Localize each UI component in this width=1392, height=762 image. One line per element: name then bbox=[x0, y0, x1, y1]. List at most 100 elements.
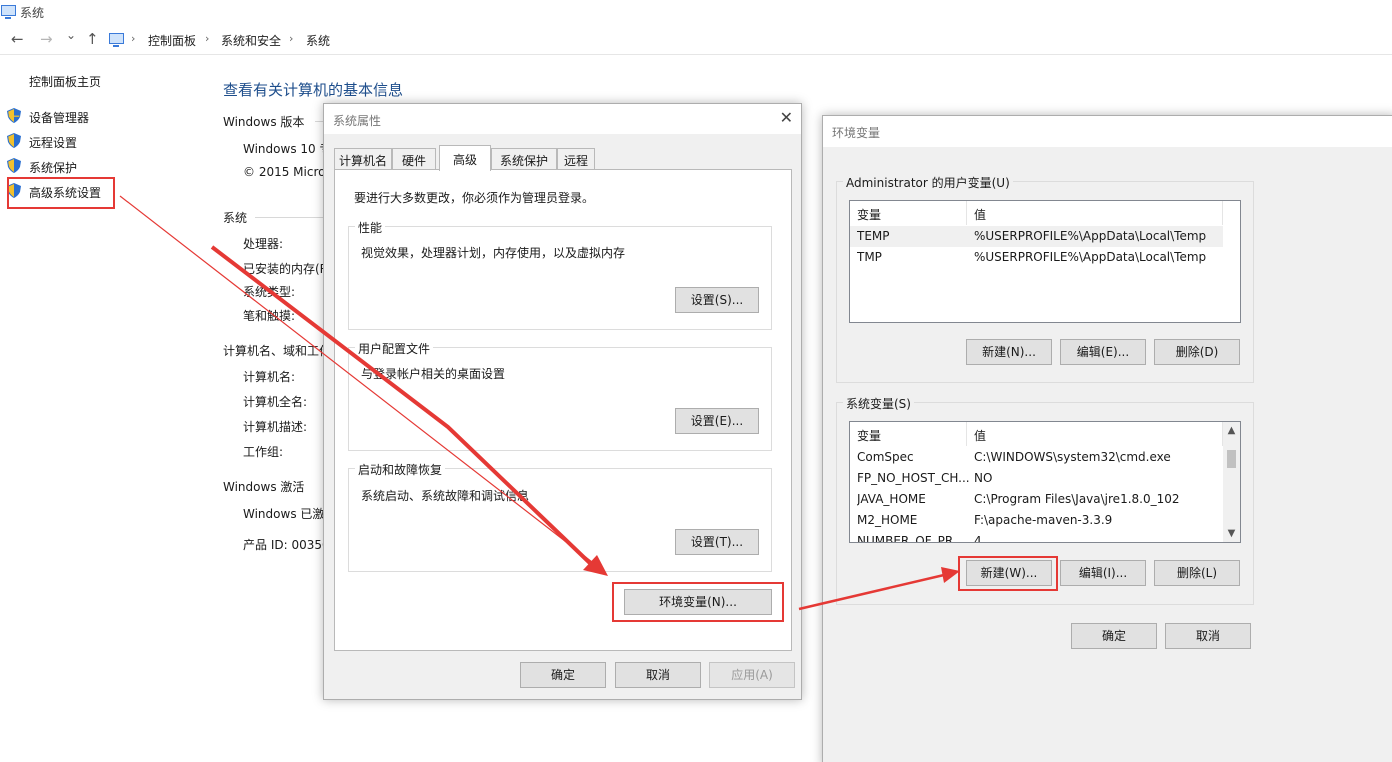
copyright-text: © 2015 Micro bbox=[243, 165, 326, 179]
user-edit-button[interactable]: 编辑(E)... bbox=[1060, 339, 1146, 365]
user-profiles-group: 用户配置文件 与登录帐户相关的桌面设置 设置(E)... bbox=[348, 340, 772, 451]
left-link-device-manager[interactable]: 设备管理器 bbox=[29, 109, 89, 126]
monitor-icon bbox=[1, 5, 16, 19]
left-link-remote-settings[interactable]: 远程设置 bbox=[29, 134, 77, 151]
user-profiles-settings-button[interactable]: 设置(E)... bbox=[675, 408, 759, 434]
system-type-label: 系统类型: bbox=[243, 285, 296, 299]
variable-name: JAVA_HOME bbox=[857, 492, 926, 506]
list-item[interactable]: TMP %USERPROFILE%\AppData\Local\Temp bbox=[850, 247, 1223, 268]
system-edit-button[interactable]: 编辑(I)... bbox=[1060, 560, 1146, 586]
divider bbox=[255, 217, 325, 218]
column-header-value[interactable]: 值 bbox=[967, 201, 1223, 225]
pen-touch-label: 笔和触摸: bbox=[243, 309, 296, 323]
breadcrumb-security[interactable]: 系统和安全 bbox=[221, 32, 281, 49]
variable-name: NUMBER_OF_PR... bbox=[857, 534, 965, 543]
dialog-titlebar: 系统属性 ✕ bbox=[324, 104, 801, 134]
section-header-activation: Windows 激活 bbox=[223, 480, 305, 494]
user-variables-group: Administrator 的用户变量(U) 变量 值 TEMP %USERPR… bbox=[836, 174, 1254, 383]
processor-label: 处理器: bbox=[243, 237, 284, 251]
workgroup-label: 工作组: bbox=[243, 445, 284, 459]
variable-value: C:\Program Files\Java\jre1.8.0_102 bbox=[974, 492, 1180, 506]
uac-shield-icon bbox=[7, 158, 21, 173]
section-header-system: 系统 bbox=[223, 211, 248, 225]
system-variables-label: 系统变量(S) bbox=[843, 395, 914, 412]
uac-shield-icon bbox=[7, 133, 21, 148]
list-item[interactable]: TEMP %USERPROFILE%\AppData\Local\Temp bbox=[850, 226, 1223, 247]
performance-label: 性能 bbox=[355, 219, 386, 236]
scroll-thumb[interactable] bbox=[1227, 450, 1236, 468]
list-item[interactable]: JAVA_HOME C:\Program Files\Java\jre1.8.0… bbox=[850, 489, 1223, 510]
tab-remote[interactable]: 远程 bbox=[557, 148, 595, 170]
system-variables-list[interactable]: 变量 值 ComSpec C:\WINDOWS\system32\cmd.exe… bbox=[849, 421, 1241, 543]
tab-advanced[interactable]: 高级 bbox=[439, 145, 491, 171]
section-header-edition: Windows 版本 bbox=[223, 115, 305, 129]
performance-group: 性能 视觉效果，处理器计划，内存使用，以及虚拟内存 设置(S)... bbox=[348, 219, 772, 330]
ok-button[interactable]: 确定 bbox=[1071, 623, 1157, 649]
control-panel-home-link[interactable]: 控制面板主页 bbox=[29, 73, 101, 90]
breadcrumb-system[interactable]: 系统 bbox=[306, 32, 330, 49]
ok-button[interactable]: 确定 bbox=[520, 662, 606, 688]
cancel-button[interactable]: 取消 bbox=[1165, 623, 1251, 649]
edition-name: Windows 10 专 bbox=[243, 142, 332, 156]
variable-name: M2_HOME bbox=[857, 513, 918, 527]
variable-value: 4 bbox=[974, 534, 982, 543]
chevron-down-icon[interactable]: ⌄ bbox=[66, 26, 76, 44]
user-delete-button[interactable]: 删除(D) bbox=[1154, 339, 1240, 365]
description-label: 计算机描述: bbox=[243, 420, 308, 434]
scroll-up-icon[interactable]: ▲ bbox=[1223, 422, 1240, 439]
list-item[interactable]: ComSpec C:\WINDOWS\system32\cmd.exe bbox=[850, 447, 1223, 468]
variable-name: ComSpec bbox=[857, 450, 914, 464]
up-arrow-icon[interactable]: ↑ bbox=[86, 30, 99, 48]
column-header-variable[interactable]: 变量 bbox=[850, 201, 967, 225]
column-header-value[interactable]: 值 bbox=[967, 422, 1223, 446]
full-name-label: 计算机全名: bbox=[243, 395, 308, 409]
breadcrumb-control-panel[interactable]: 控制面板 bbox=[148, 32, 196, 49]
user-profiles-label: 用户配置文件 bbox=[355, 340, 434, 357]
variable-value: %USERPROFILE%\AppData\Local\Temp bbox=[974, 229, 1207, 243]
dialog-titlebar: 环境变量 bbox=[823, 116, 1392, 147]
user-variables-label: Administrator 的用户变量(U) bbox=[843, 174, 1013, 191]
highlight-box bbox=[958, 556, 1058, 591]
tab-hardware[interactable]: 硬件 bbox=[392, 148, 436, 170]
variable-value: F:\apache-maven-3.3.9 bbox=[974, 513, 1113, 527]
admin-note: 要进行大多数更改，你必须作为管理员登录。 bbox=[354, 191, 595, 205]
address-divider bbox=[0, 54, 1392, 55]
back-arrow-icon[interactable]: ← bbox=[11, 30, 24, 48]
close-icon[interactable]: ✕ bbox=[780, 108, 793, 127]
user-variables-list[interactable]: 变量 值 TEMP %USERPROFILE%\AppData\Local\Te… bbox=[849, 200, 1241, 323]
left-link-system-protection[interactable]: 系统保护 bbox=[29, 159, 77, 176]
uac-shield-icon bbox=[7, 108, 21, 123]
startup-settings-button[interactable]: 设置(T)... bbox=[675, 529, 759, 555]
breadcrumb-separator: › bbox=[205, 32, 210, 45]
breadcrumb-separator: › bbox=[131, 32, 136, 45]
forward-arrow-icon[interactable]: → bbox=[40, 30, 53, 48]
highlight-box bbox=[7, 177, 115, 209]
dialog-title: 系统属性 bbox=[333, 114, 382, 128]
column-header-variable[interactable]: 变量 bbox=[850, 422, 967, 446]
variable-name: FP_NO_HOST_CH... bbox=[857, 471, 969, 485]
activation-status: Windows 已激 bbox=[243, 507, 325, 521]
cancel-button[interactable]: 取消 bbox=[615, 662, 701, 688]
window-titlebar: 系统 bbox=[0, 0, 1392, 24]
tab-system-protection[interactable]: 系统保护 bbox=[491, 148, 557, 170]
vertical-scrollbar[interactable]: ▲ ▼ bbox=[1223, 422, 1240, 542]
computer-name-label: 计算机名: bbox=[243, 370, 296, 384]
system-delete-button[interactable]: 删除(L) bbox=[1154, 560, 1240, 586]
user-new-button[interactable]: 新建(N)... bbox=[966, 339, 1052, 365]
dialog-title: 环境变量 bbox=[832, 126, 881, 140]
list-item[interactable]: FP_NO_HOST_CH... NO bbox=[850, 468, 1223, 489]
performance-settings-button[interactable]: 设置(S)... bbox=[675, 287, 759, 313]
list-item[interactable]: NUMBER_OF_PR... 4 bbox=[850, 531, 1223, 543]
user-profiles-desc: 与登录帐户相关的桌面设置 bbox=[361, 367, 506, 381]
variable-name: TEMP bbox=[857, 229, 890, 243]
ram-label: 已安装的内存(R bbox=[243, 262, 329, 276]
scroll-down-icon[interactable]: ▼ bbox=[1223, 525, 1240, 542]
startup-recovery-group: 启动和故障恢复 系统启动、系统故障和调试信息 设置(T)... bbox=[348, 461, 772, 572]
highlight-box bbox=[612, 582, 784, 622]
variable-name: TMP bbox=[857, 250, 882, 264]
variable-value: %USERPROFILE%\AppData\Local\Temp bbox=[974, 250, 1207, 264]
list-item[interactable]: M2_HOME F:\apache-maven-3.3.9 bbox=[850, 510, 1223, 531]
tab-computer-name[interactable]: 计算机名 bbox=[334, 148, 392, 170]
apply-button[interactable]: 应用(A) bbox=[709, 662, 795, 688]
monitor-icon bbox=[109, 33, 124, 47]
